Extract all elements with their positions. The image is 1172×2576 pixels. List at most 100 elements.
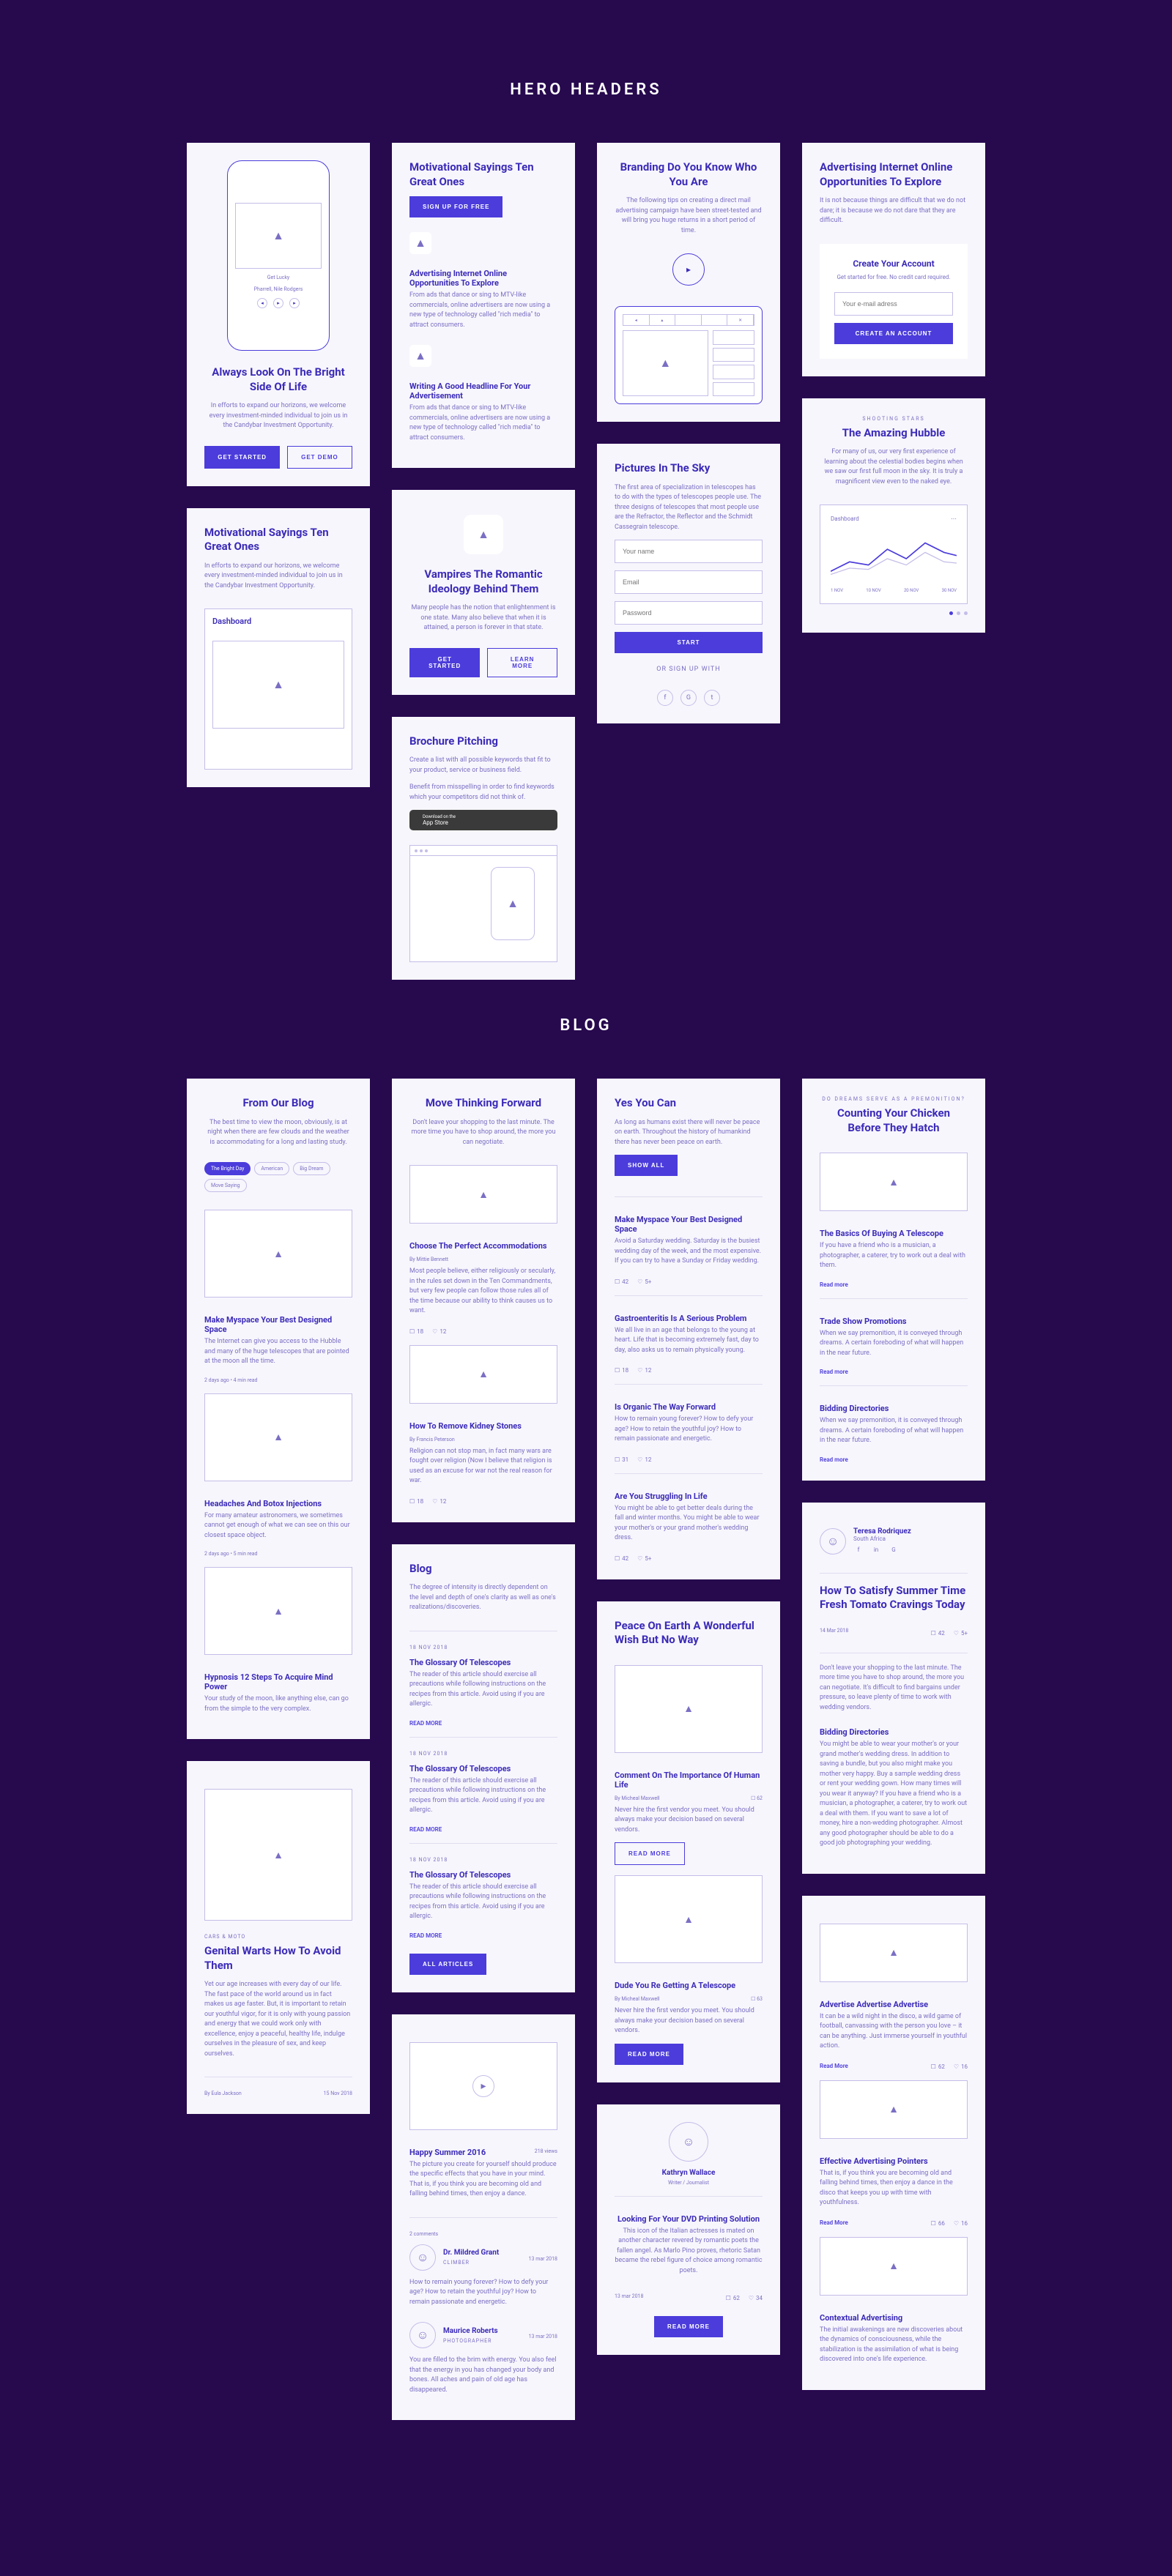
comments-icon[interactable]: ☐ 18 <box>409 1328 423 1335</box>
learn-more-button[interactable]: LEARN MORE <box>487 648 557 677</box>
linkedin-icon[interactable]: in <box>871 1545 881 1555</box>
read-more-link[interactable]: Read More <box>820 2219 848 2226</box>
signup-button[interactable]: SIGN UP FOR FREE <box>409 196 502 217</box>
post-title[interactable]: Are You Struggling In Life <box>615 1492 763 1501</box>
likes-icon[interactable]: ♡ 5+ <box>637 1278 651 1285</box>
avatar: ☺ <box>409 2322 436 2348</box>
read-more-button[interactable]: READ MORE <box>615 2044 683 2065</box>
likes-icon[interactable]: ♡ 16 <box>954 2220 968 2227</box>
pagination-dots[interactable] <box>820 611 968 615</box>
read-more-link[interactable]: Read more <box>820 1456 968 1463</box>
play-icon[interactable]: ▸ <box>273 298 283 308</box>
likes-icon[interactable]: ♡ 34 <box>749 2295 763 2301</box>
likes-icon[interactable]: ♡ 12 <box>637 1367 651 1374</box>
hero-card-7: Pictures In The Sky The first area of sp… <box>597 444 780 723</box>
post-title[interactable]: Make Myspace Your Best Designed Space <box>615 1215 763 1234</box>
category: CARS & MOTO <box>204 1934 352 1940</box>
likes-icon[interactable]: ♡ 12 <box>432 1498 446 1505</box>
prev-icon[interactable]: ◂ <box>257 298 267 308</box>
email-input[interactable] <box>615 570 763 594</box>
get-demo-button[interactable]: GET DEMO <box>287 446 352 469</box>
read-more-link[interactable]: Read more <box>820 1369 968 1375</box>
facebook-icon[interactable]: f <box>657 690 673 706</box>
password-input[interactable] <box>615 601 763 625</box>
post-title[interactable]: Contextual Advertising <box>820 2313 968 2323</box>
comments-icon[interactable]: ☐ 42 <box>615 1278 628 1285</box>
tag[interactable]: American <box>254 1162 289 1175</box>
facebook-icon[interactable]: f <box>853 1545 864 1555</box>
likes-icon[interactable]: ♡ 5+ <box>637 1555 651 1562</box>
post-title[interactable]: The Glossary Of Telescopes <box>409 1870 557 1880</box>
post-desc: Never hire the first vendor you meet. Yo… <box>615 1806 763 1836</box>
comments-icon[interactable]: ☐ 62 <box>751 1795 763 1801</box>
video-placeholder[interactable]: ▸ <box>409 2042 557 2130</box>
post-title[interactable]: Dude You Re Getting A Telescope <box>615 1981 763 1990</box>
play-button[interactable]: ▸ <box>672 253 705 286</box>
job: PHOTOGRAPHER <box>443 2338 522 2344</box>
more-icon[interactable]: ⋯ <box>951 515 957 522</box>
views: 218 views <box>535 2148 557 2154</box>
google-icon[interactable]: G <box>680 690 697 706</box>
read-more-button[interactable]: READ MORE <box>615 1842 685 1865</box>
post-title[interactable]: Comment On The Importance Of Human Life <box>615 1771 763 1790</box>
post-title[interactable]: Trade Show Promotions <box>820 1317 968 1326</box>
post-title[interactable]: The Glossary Of Telescopes <box>409 1764 557 1773</box>
all-articles-button[interactable]: ALL ARTICLES <box>409 1954 486 1975</box>
comments-icon[interactable]: ☐ 62 <box>726 2295 740 2301</box>
comments-icon[interactable]: ☐ 31 <box>615 1456 628 1463</box>
comment-text: How to remain young forever? How to defy… <box>409 2278 557 2308</box>
show-all-button[interactable]: SHOW ALL <box>615 1155 678 1176</box>
blog-desc: The best time to view the moon, obviousl… <box>204 1118 352 1148</box>
email-input[interactable] <box>834 292 953 316</box>
image-placeholder: ▲ <box>820 1153 968 1211</box>
post-title[interactable]: The Basics Of Buying A Telescope <box>820 1229 968 1238</box>
comments-icon[interactable]: ☐ 18 <box>615 1367 628 1374</box>
post-title[interactable]: Is Organic The Way Forward <box>615 1402 763 1412</box>
likes-icon[interactable]: ♡ 16 <box>954 2063 968 2070</box>
comments-icon[interactable]: ☐ 66 <box>931 2220 945 2227</box>
likes-icon[interactable]: ♡ 12 <box>637 1456 651 1463</box>
tag[interactable]: The Bright Day <box>204 1162 251 1175</box>
post-desc: For many amateur astronomers, we sometim… <box>204 1511 352 1541</box>
post-title[interactable]: How To Remove Kidney Stones <box>409 1421 557 1431</box>
tag-list: The Bright Day American Big Dream Move S… <box>204 1162 352 1192</box>
likes-icon[interactable]: ♡ 5+ <box>954 1630 968 1637</box>
post-title[interactable]: Looking For Your DVD Printing Solution <box>615 2214 763 2224</box>
tag[interactable]: Big Dream <box>293 1162 330 1175</box>
get-started-button[interactable]: GET STARTED <box>409 648 480 677</box>
read-more-link[interactable]: Read More <box>820 2063 848 2069</box>
author: By Mittie Bennett <box>409 1257 557 1262</box>
post-title[interactable]: Bidding Directories <box>820 1404 968 1413</box>
read-more-button[interactable]: READ MORE <box>654 2316 723 2337</box>
name-input[interactable] <box>615 540 763 563</box>
post-title[interactable]: Effective Advertising Pointers <box>820 2156 968 2166</box>
read-more-link[interactable]: Read more <box>820 1281 968 1288</box>
image-placeholder: ▲ <box>615 1875 763 1963</box>
post-title[interactable]: The Glossary Of Telescopes <box>409 1658 557 1667</box>
hero-card-3: Branding Do You Know Who You Are The fol… <box>597 143 780 422</box>
post-title[interactable]: Make Myspace Your Best Designed Space <box>204 1315 352 1334</box>
tag[interactable]: Move Saying <box>204 1179 247 1192</box>
next-icon[interactable]: ▸ <box>289 298 300 308</box>
read-more-link[interactable]: READ MORE <box>409 1720 557 1727</box>
comments-icon[interactable]: ☐ 42 <box>615 1555 628 1562</box>
comments-icon[interactable]: ☐ 63 <box>751 1996 763 2002</box>
post-title[interactable]: Choose The Perfect Accommodations <box>409 1241 557 1251</box>
read-more-link[interactable]: READ MORE <box>409 1826 557 1833</box>
play-icon[interactable]: ▸ <box>472 2075 494 2097</box>
appstore-button[interactable]: Download on theApp Store <box>409 810 557 830</box>
post-title[interactable]: Gastroenteritis Is A Serious Problem <box>615 1314 763 1323</box>
read-more-link[interactable]: READ MORE <box>409 1932 557 1939</box>
google-icon[interactable]: G <box>889 1545 899 1555</box>
start-button[interactable]: START <box>615 632 763 653</box>
post-title[interactable]: Hypnosis 12 Steps To Acquire Mind Power <box>204 1672 352 1691</box>
likes-icon[interactable]: ♡ 12 <box>432 1328 446 1335</box>
comments-icon[interactable]: ☐ 62 <box>931 2063 945 2070</box>
comments-icon[interactable]: ☐ 18 <box>409 1498 423 1505</box>
twitter-icon[interactable]: t <box>704 690 720 706</box>
create-account-button[interactable]: CREATE AN ACCOUNT <box>834 323 953 344</box>
post-title[interactable]: Advertise Advertise Advertise <box>820 2000 968 2009</box>
comments-icon[interactable]: ☐ 42 <box>931 1630 945 1637</box>
post-title[interactable]: Headaches And Botox Injections <box>204 1499 352 1508</box>
get-started-button[interactable]: GET STARTED <box>204 446 280 469</box>
